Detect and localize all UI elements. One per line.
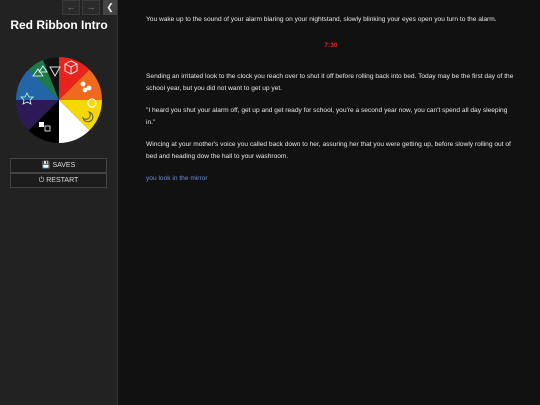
restart-label: RESTART — [46, 177, 79, 184]
color-wheel-image — [16, 57, 102, 143]
passage-paragraph-2: Sending an irritated look to the clock y… — [146, 73, 514, 92]
arrow-left-icon: ← — [66, 2, 76, 12]
history-forward-button[interactable]: → — [82, 0, 100, 15]
restart-button[interactable]: ⏻ RESTART — [10, 173, 107, 188]
saves-button[interactable]: 💾 SAVES — [10, 158, 107, 173]
sidebar: ← → ❮ Red Ribbon Intro 💾 SAVES ⏻ RESTART — [0, 0, 118, 405]
passage: You wake up to the sound of your alarm b… — [146, 14, 516, 185]
dot-icon — [82, 87, 88, 93]
dot-icon — [80, 81, 86, 87]
sidebar-collapse-button[interactable]: ❮ — [103, 0, 117, 15]
alarm-time: 7:30 — [324, 41, 338, 49]
passage-paragraph-4: Wincing at your mother's voice you calle… — [146, 141, 511, 160]
box-outline-icon — [39, 122, 44, 127]
arrow-right-icon: → — [86, 2, 96, 12]
story-title: Red Ribbon Intro — [10, 18, 108, 32]
save-icon: 💾 — [41, 162, 51, 169]
passage-paragraph-1: You wake up to the sound of your alarm b… — [146, 16, 497, 23]
chevron-left-icon: ❮ — [106, 2, 114, 12]
passage-paragraph-3: "I heard you shut your alarm off, get up… — [146, 107, 508, 126]
choice-link[interactable]: you look in the mirror — [146, 175, 208, 182]
saves-label: SAVES — [52, 162, 76, 169]
history-back-button[interactable]: ← — [62, 0, 80, 15]
power-icon: ⏻ — [38, 177, 45, 184]
